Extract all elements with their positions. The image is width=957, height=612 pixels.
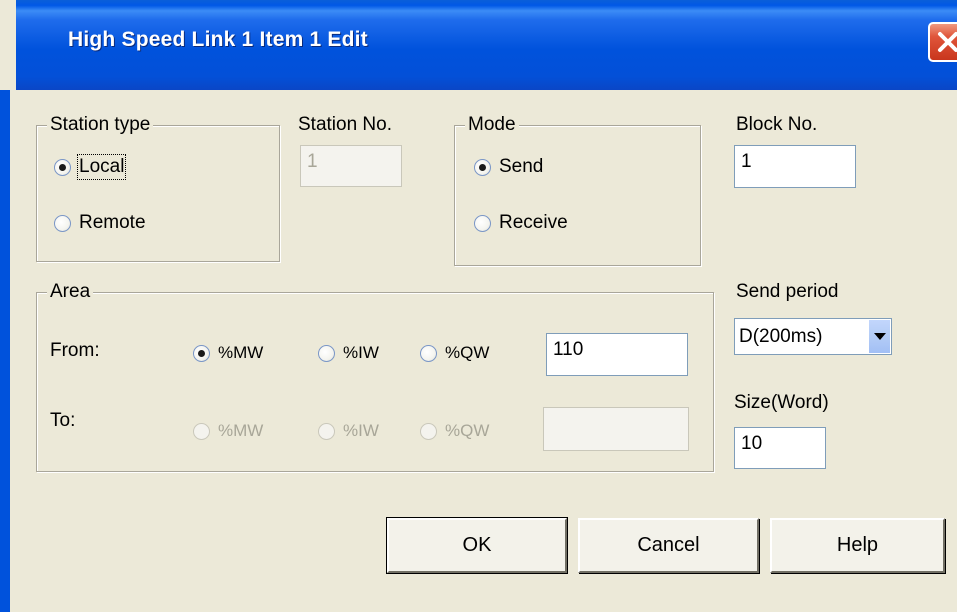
radio-indicator xyxy=(420,422,437,440)
station-type-remote-label: Remote xyxy=(79,212,146,233)
to-qw-radio: %QW xyxy=(420,421,489,441)
block-no-input[interactable]: 1 xyxy=(734,145,856,188)
from-qw-radio[interactable]: %QW xyxy=(420,343,489,363)
radio-indicator xyxy=(193,422,210,440)
station-type-local-label: Local xyxy=(76,154,127,180)
from-label: From: xyxy=(50,340,100,361)
station-type-group: Station type xyxy=(36,114,280,262)
radio-indicator xyxy=(318,344,335,362)
from-iw-label: %IW xyxy=(343,343,379,362)
radio-selected-indicator xyxy=(193,344,210,362)
from-mw-label: %MW xyxy=(218,343,264,362)
mode-receive-radio[interactable]: Receive xyxy=(474,212,568,234)
to-iw-radio: %IW xyxy=(318,421,379,441)
radio-selected-indicator xyxy=(474,158,491,176)
radio-indicator xyxy=(474,214,491,232)
to-qw-label: %QW xyxy=(445,421,490,440)
mode-send-radio[interactable]: Send xyxy=(474,156,543,178)
to-iw-label: %IW xyxy=(343,421,379,440)
from-mw-radio[interactable]: %MW xyxy=(193,343,263,363)
station-type-local-radio[interactable]: Local xyxy=(54,154,127,180)
station-type-legend: Station type xyxy=(47,114,154,136)
window-border-left xyxy=(0,90,10,612)
to-mw-label: %MW xyxy=(218,421,264,440)
from-qw-label: %QW xyxy=(445,343,490,362)
station-no-field: 1 xyxy=(300,145,402,187)
station-no-label: Station No. xyxy=(298,114,392,135)
from-iw-radio[interactable]: %IW xyxy=(318,343,379,363)
send-period-select[interactable]: D(200ms) xyxy=(734,318,892,355)
block-no-label: Block No. xyxy=(736,114,818,135)
title-bar: High Speed Link 1 Item 1 Edit xyxy=(0,0,957,90)
send-period-value: D(200ms) xyxy=(739,326,823,347)
area-legend: Area xyxy=(47,281,94,303)
mode-legend: Mode xyxy=(465,114,519,136)
close-button[interactable] xyxy=(928,22,957,62)
dropdown-button[interactable] xyxy=(868,320,890,353)
close-icon xyxy=(938,32,957,52)
window-title: High Speed Link 1 Item 1 Edit xyxy=(68,28,368,51)
size-label: Size(Word) xyxy=(734,392,829,413)
to-label: To: xyxy=(50,410,76,431)
help-button[interactable]: Help xyxy=(770,518,945,573)
cancel-button[interactable]: Cancel xyxy=(578,518,759,573)
mode-receive-label: Receive xyxy=(499,212,568,233)
radio-indicator xyxy=(420,344,437,362)
from-address-input[interactable]: 110 xyxy=(546,333,688,376)
title-bar-left-edge xyxy=(0,0,16,90)
to-address-field xyxy=(543,407,689,451)
to-mw-radio: %MW xyxy=(193,421,263,441)
send-period-label: Send period xyxy=(736,281,839,302)
radio-indicator xyxy=(54,214,71,232)
mode-group: Mode xyxy=(454,114,701,266)
size-input[interactable]: 10 xyxy=(734,427,826,469)
chevron-down-icon xyxy=(874,333,886,340)
radio-selected-indicator xyxy=(54,158,71,176)
radio-indicator xyxy=(318,422,335,440)
station-type-remote-radio[interactable]: Remote xyxy=(54,212,146,234)
ok-button[interactable]: OK xyxy=(386,517,568,574)
mode-send-label: Send xyxy=(499,156,544,177)
